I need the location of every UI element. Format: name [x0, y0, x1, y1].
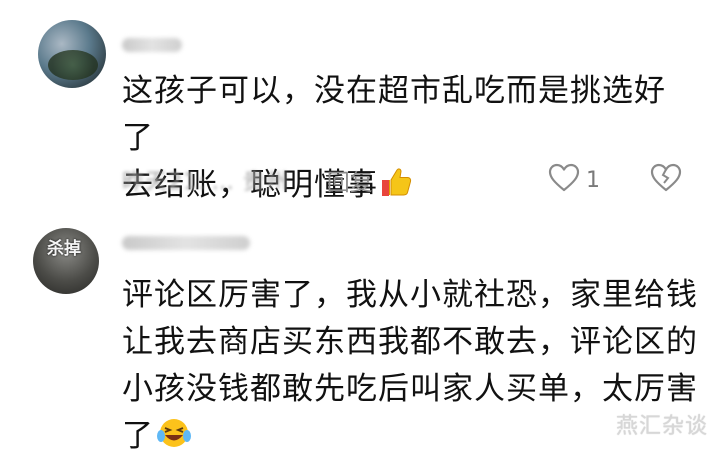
username-blurred[interactable] [122, 38, 182, 52]
broken-heart-icon [650, 163, 682, 197]
avatar-caption: 杀掉 [47, 239, 81, 259]
heart-icon [548, 163, 580, 197]
comment-body: 评论区厉害了，我从小就社恐，家里给钱 让我去商店买东西我都不敢去，评论区的 小孩… [122, 277, 698, 450]
like-count: 1 [586, 167, 600, 193]
user-avatar[interactable]: 杀掉 [33, 228, 99, 294]
comment-meta: 昨天21: … 贵州 回复 [122, 162, 373, 198]
user-avatar[interactable] [38, 20, 106, 88]
watermark: 燕汇杂谈 [615, 414, 708, 439]
laughing-tears-icon [156, 416, 192, 450]
username-blurred[interactable] [122, 236, 250, 250]
thumbs-up-icon [380, 165, 414, 213]
like-button[interactable]: 1 [548, 162, 600, 198]
comment-feed: 这孩子可以，没在超市乱吃而是挑选好了 去结账，聪明懂事 昨天21: … 贵州 回… [0, 0, 720, 450]
timestamp-location: 昨天21: … 贵州 [122, 170, 289, 195]
dislike-button[interactable] [648, 162, 684, 198]
reply-button[interactable]: 回复 [327, 163, 373, 197]
